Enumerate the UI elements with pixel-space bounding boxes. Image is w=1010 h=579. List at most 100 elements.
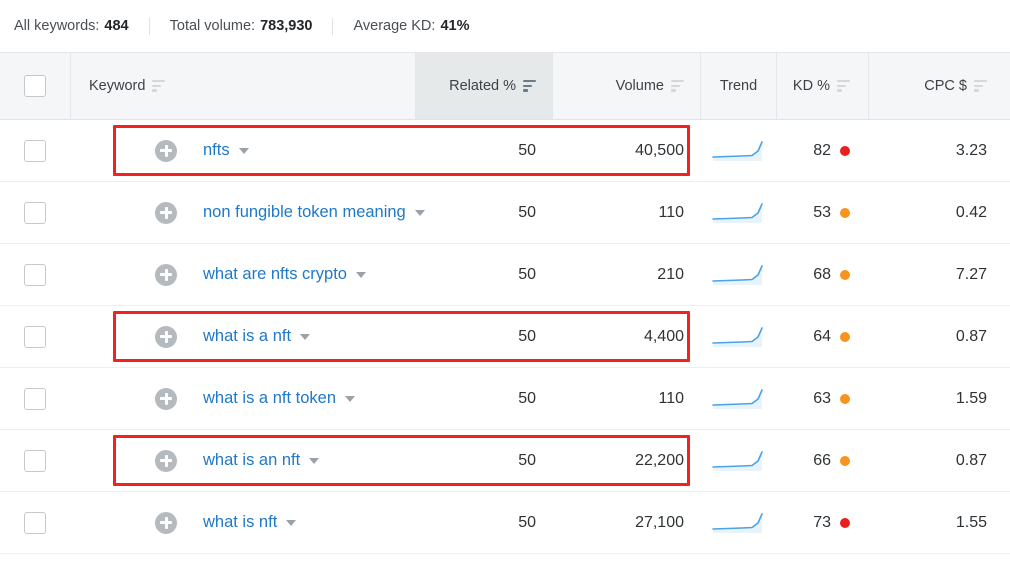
- row-checkbox[interactable]: [24, 326, 46, 348]
- select-all-checkbox[interactable]: [24, 75, 46, 97]
- related-percent-value: 50: [518, 514, 536, 532]
- trend-cell: [700, 306, 776, 367]
- column-header-cpc[interactable]: CPC $: [868, 53, 1010, 119]
- keyword-cell: nfts: [70, 120, 415, 181]
- column-header-volume[interactable]: Volume: [552, 53, 700, 119]
- summary-stat-label: Average KD:: [353, 18, 435, 34]
- cpc-cell: 0.87: [868, 306, 1010, 367]
- kd-value: 53: [813, 204, 831, 222]
- related-percent-cell: 50: [415, 244, 552, 305]
- keyword-link[interactable]: what is an nft: [203, 451, 300, 470]
- sort-icon[interactable]: [671, 80, 684, 92]
- related-percent-value: 50: [518, 266, 536, 284]
- column-header-keyword[interactable]: Keyword: [70, 53, 415, 119]
- sort-icon[interactable]: [837, 80, 850, 92]
- keyword-cell: what is an nft: [70, 430, 415, 491]
- kd-difficulty-dot: [840, 146, 850, 156]
- kd-inner: 64: [813, 328, 850, 346]
- summary-stat-label: All keywords:: [14, 18, 99, 34]
- volume-cell: 27,100: [552, 492, 700, 553]
- related-percent-value: 50: [518, 452, 536, 470]
- summary-stat: Total volume:783,930: [170, 18, 313, 34]
- summary-stat: All keywords:484: [14, 18, 129, 34]
- sort-icon[interactable]: [523, 80, 536, 92]
- trend-sparkline-icon: [712, 450, 764, 472]
- cpc-value: 0.42: [956, 204, 987, 222]
- volume-cell: 4,400: [552, 306, 700, 367]
- row-checkbox[interactable]: [24, 388, 46, 410]
- row-checkbox[interactable]: [24, 512, 46, 534]
- add-keyword-icon[interactable]: [155, 202, 177, 224]
- column-header-inner: KD %: [793, 78, 850, 94]
- summary-stat: Average KD:41%: [353, 18, 469, 34]
- table-row: what is a nft token50110631.59: [0, 368, 1010, 430]
- keyword-link-wrap: nfts: [203, 141, 249, 160]
- cpc-value: 1.55: [956, 514, 987, 532]
- chevron-down-icon[interactable]: [286, 520, 296, 526]
- cpc-value: 7.27: [956, 266, 987, 284]
- chevron-down-icon[interactable]: [239, 148, 249, 154]
- table-row: non fungible token meaning 50 110 53 0.42: [0, 182, 1010, 244]
- add-keyword-icon[interactable]: [155, 264, 177, 286]
- chevron-down-icon[interactable]: [345, 396, 355, 402]
- column-header-label: Volume: [616, 78, 664, 94]
- related-percent-value: 50: [518, 328, 536, 346]
- kd-inner: 73: [813, 514, 850, 532]
- kd-value: 66: [813, 452, 831, 470]
- add-keyword-icon[interactable]: [155, 450, 177, 472]
- keyword-link[interactable]: non fungible token meaning: [203, 203, 406, 222]
- volume-cell: 110: [552, 182, 700, 243]
- related-percent-cell: 50: [415, 368, 552, 429]
- row-checkbox-cell: [0, 306, 70, 367]
- kd-difficulty-dot: [840, 208, 850, 218]
- chevron-down-icon[interactable]: [356, 272, 366, 278]
- keyword-link[interactable]: what are nfts crypto: [203, 265, 347, 284]
- related-percent-value: 50: [518, 204, 536, 222]
- column-header-kd[interactable]: KD %: [776, 53, 868, 119]
- volume-cell: 210: [552, 244, 700, 305]
- volume-value: 210: [657, 266, 684, 284]
- volume-value: 110: [658, 390, 684, 408]
- trend-sparkline-icon: [712, 388, 764, 410]
- add-keyword-icon[interactable]: [155, 326, 177, 348]
- kd-inner: 66: [813, 452, 850, 470]
- keyword-link[interactable]: what is a nft: [203, 327, 291, 346]
- row-checkbox[interactable]: [24, 450, 46, 472]
- keyword-link-wrap: non fungible token meaning: [203, 203, 425, 222]
- add-keyword-icon[interactable]: [155, 140, 177, 162]
- table-row: what is nft 50 27,100 73 1.55: [0, 492, 1010, 554]
- keyword-link-wrap: what is a nft token: [203, 389, 355, 408]
- kd-value: 82: [813, 142, 831, 160]
- kd-inner: 68: [813, 266, 850, 284]
- sort-icon[interactable]: [974, 80, 987, 92]
- sort-icon[interactable]: [152, 80, 165, 92]
- keyword-cell: what is a nft token: [70, 368, 415, 429]
- volume-cell: 22,200: [552, 430, 700, 491]
- kd-cell: 63: [776, 368, 868, 429]
- kd-cell: 66: [776, 430, 868, 491]
- kd-difficulty-dot: [840, 270, 850, 280]
- column-header-trend[interactable]: Trend: [700, 53, 776, 119]
- keyword-link[interactable]: what is a nft token: [203, 389, 336, 408]
- row-checkbox[interactable]: [24, 140, 46, 162]
- table-row: what are nfts crypto 50 210 68 7.27: [0, 244, 1010, 306]
- cpc-cell: 7.27: [868, 244, 1010, 305]
- related-percent-value: 50: [518, 142, 536, 160]
- column-header-related[interactable]: Related %: [415, 53, 552, 119]
- trend-sparkline-icon: [712, 140, 764, 162]
- row-checkbox[interactable]: [24, 202, 46, 224]
- add-keyword-icon[interactable]: [155, 512, 177, 534]
- chevron-down-icon[interactable]: [309, 458, 319, 464]
- volume-value: 40,500: [635, 142, 684, 160]
- row-checkbox-cell: [0, 368, 70, 429]
- keyword-link[interactable]: what is nft: [203, 513, 277, 532]
- row-checkbox-cell: [0, 244, 70, 305]
- column-header-inner: Keyword: [89, 78, 165, 94]
- keywords-table: Keyword Related % Volume Trend KD % CPC $ nft…: [0, 52, 1010, 554]
- trend-sparkline-icon: [712, 326, 764, 348]
- chevron-down-icon[interactable]: [300, 334, 310, 340]
- row-checkbox[interactable]: [24, 264, 46, 286]
- add-keyword-icon[interactable]: [155, 388, 177, 410]
- kd-value: 68: [813, 266, 831, 284]
- keyword-link[interactable]: nfts: [203, 141, 230, 160]
